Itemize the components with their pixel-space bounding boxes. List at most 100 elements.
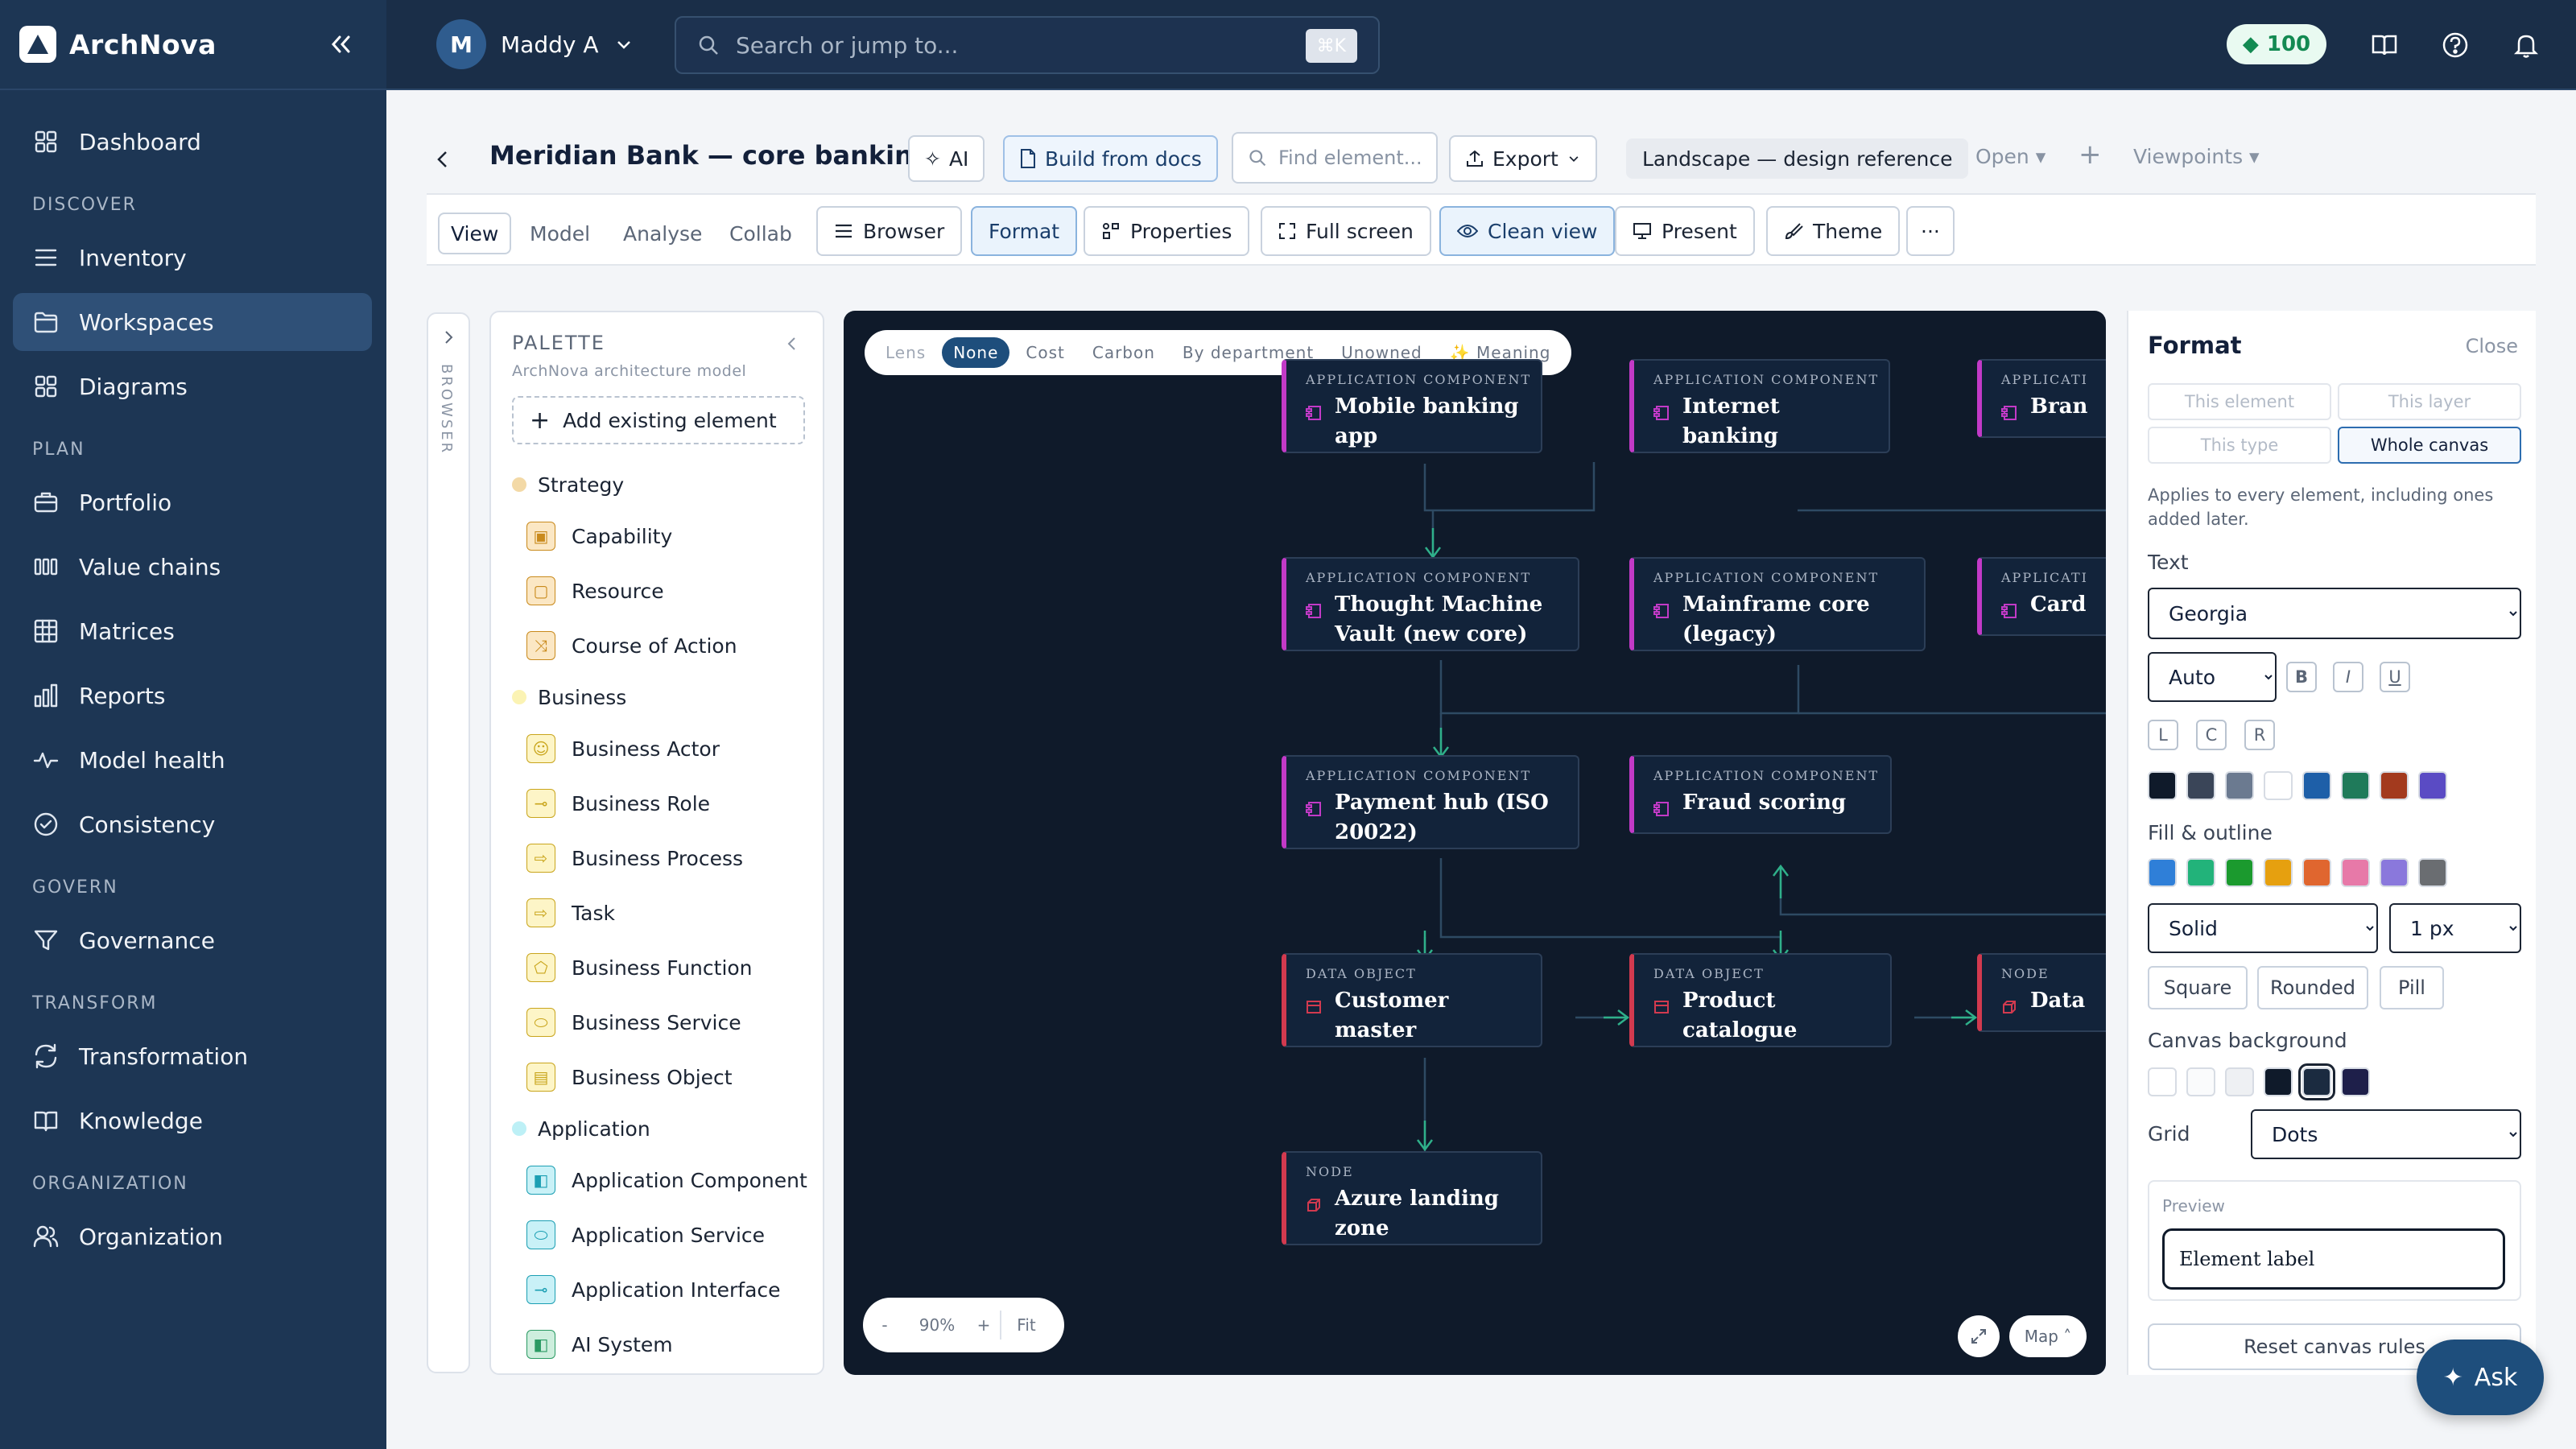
shape-pill-button[interactable]: Pill (2380, 966, 2444, 1009)
diagram-node[interactable]: DATA OBJECT Product catalogue (1629, 953, 1892, 1047)
build-from-docs-button[interactable]: Build from docs (1003, 135, 1218, 182)
lens-option[interactable]: Cost (1014, 337, 1075, 368)
palette-group[interactable]: Strategy (512, 460, 810, 509)
align-center-button[interactable]: C (2196, 720, 2227, 750)
color-swatch[interactable] (2302, 858, 2331, 887)
tab-collab[interactable]: Collab (729, 213, 792, 254)
browser-button[interactable]: Browser (816, 206, 963, 256)
sidebar-item-transformation[interactable]: Transformation (13, 1027, 372, 1085)
scope-this-element[interactable]: This element (2148, 383, 2331, 420)
fit-button[interactable]: Fit (1001, 1298, 1051, 1352)
add-icon[interactable]: + (2079, 138, 2102, 171)
zoom-in-button[interactable]: + (968, 1298, 1000, 1352)
sidebar-item-matrices[interactable]: Matrices (13, 602, 372, 660)
viewpoints-menu[interactable]: Viewpoints ▾ (2133, 145, 2260, 168)
palette-item[interactable]: ☺ Business Actor (512, 721, 810, 776)
properties-button[interactable]: Properties (1084, 206, 1250, 256)
color-swatch[interactable] (2225, 858, 2254, 887)
diagram-node[interactable]: NODE Data (1977, 953, 2106, 1032)
more-button[interactable]: ··· (1906, 206, 1955, 256)
lens-option[interactable]: None (942, 337, 1010, 368)
palette-item[interactable]: ▢ Resource (512, 564, 810, 618)
color-swatch[interactable] (2341, 858, 2370, 887)
diagram-canvas[interactable]: Lens None Cost Carbon By department Unowned ✨ … (844, 311, 2106, 1375)
sidebar-item-diagrams[interactable]: Diagrams (13, 357, 372, 415)
diagram-node[interactable]: APPLICATI Card (1977, 557, 2106, 636)
full-screen-button[interactable]: Full screen (1261, 206, 1431, 256)
line-width-select[interactable]: 1 px (2389, 903, 2521, 953)
palette-item[interactable]: ▣ Capability (512, 509, 810, 564)
find-element-input[interactable] (1278, 147, 1423, 169)
diagram-node[interactable]: APPLICATION COMPONENT Payment hub (ISO 2… (1282, 755, 1579, 849)
palette-item[interactable]: ⇨ Task (512, 886, 810, 940)
color-swatch[interactable] (2264, 1067, 2293, 1096)
color-swatch[interactable] (2148, 858, 2177, 887)
minimap-toggle[interactable]: Map ˄ (2009, 1315, 2087, 1357)
diagram-node[interactable]: APPLICATION COMPONENT Fraud scoring (1629, 755, 1892, 834)
back-icon[interactable] (427, 143, 459, 175)
color-swatch[interactable] (2225, 771, 2254, 800)
diagram-node[interactable]: APPLICATION COMPONENT Internet banking (1629, 359, 1890, 453)
viewpoint-chip[interactable]: Landscape — design reference (1626, 138, 1969, 179)
sidebar-item-dashboard[interactable]: Dashboard (13, 113, 372, 171)
sidebar-item-governance[interactable]: Governance (13, 911, 372, 969)
color-swatch[interactable] (2380, 858, 2409, 887)
underline-button[interactable]: U (2380, 662, 2410, 692)
color-swatch[interactable] (2186, 771, 2215, 800)
sidebar-item-inventory[interactable]: Inventory (13, 229, 372, 287)
color-swatch[interactable] (2148, 771, 2177, 800)
color-swatch[interactable] (2418, 771, 2447, 800)
bell-icon[interactable] (2508, 27, 2544, 63)
font-size-select[interactable]: Auto (2148, 652, 2277, 702)
scope-this-layer[interactable]: This layer (2338, 383, 2521, 420)
diagram-node[interactable]: DATA OBJECT Customer master (1282, 953, 1542, 1047)
palette-item[interactable]: ◧ AI System (512, 1317, 810, 1372)
ai-button[interactable]: ✧ AI (908, 135, 985, 182)
italic-button[interactable]: I (2333, 662, 2363, 692)
scope-whole-canvas[interactable]: Whole canvas (2338, 427, 2521, 464)
diagram-node[interactable]: APPLICATION COMPONENT Mobile banking app (1282, 359, 1542, 453)
sidebar-item-knowledge[interactable]: Knowledge (13, 1092, 372, 1150)
open-menu[interactable]: Open ▾ (1975, 145, 2046, 168)
sidebar-item-organization[interactable]: Organization (13, 1208, 372, 1265)
zoom-out-button[interactable]: - (863, 1298, 906, 1352)
palette-item[interactable]: ▤ Business Object (512, 1050, 810, 1104)
line-style-select[interactable]: Solid (2148, 903, 2378, 953)
color-swatch[interactable] (2380, 771, 2409, 800)
scope-this-type[interactable]: This type (2148, 427, 2331, 464)
close-format-button[interactable]: Close (2466, 335, 2518, 357)
palette-item[interactable]: ⬠ Business Function (512, 940, 810, 995)
ask-assistant-button[interactable]: ✦ Ask (2417, 1340, 2544, 1415)
color-swatch[interactable] (2302, 771, 2331, 800)
bold-button[interactable]: B (2286, 662, 2317, 692)
color-swatch[interactable] (2341, 1067, 2370, 1096)
tab-model[interactable]: Model (530, 213, 590, 254)
diagram-node[interactable]: NODE Azure landing zone (1282, 1151, 1542, 1245)
lens-option[interactable]: Carbon (1081, 337, 1166, 368)
color-swatch[interactable] (2186, 858, 2215, 887)
color-swatch[interactable] (2418, 858, 2447, 887)
color-swatch[interactable] (2341, 771, 2370, 800)
font-select[interactable]: Georgia (2148, 588, 2521, 639)
tab-view[interactable]: View (438, 213, 512, 254)
color-swatch[interactable] (2186, 1067, 2215, 1096)
book-icon[interactable] (2367, 27, 2402, 63)
theme-button[interactable]: Theme (1766, 206, 1901, 256)
search-input[interactable] (736, 31, 1283, 59)
sidebar-item-model-health[interactable]: Model health (13, 731, 372, 789)
collapse-palette-icon[interactable] (784, 333, 800, 357)
palette-item[interactable]: ⇨ Business Process (512, 831, 810, 886)
tab-analyse[interactable]: Analyse (623, 213, 702, 254)
credits-badge[interactable]: ◆ 100 (2227, 24, 2326, 64)
shape-square-button[interactable]: Square (2148, 966, 2248, 1009)
palette-item[interactable]: ⊸ Business Role (512, 776, 810, 831)
browser-rail[interactable]: BROWSER (427, 312, 470, 1373)
clean-view-button[interactable]: Clean view (1439, 206, 1616, 256)
format-button[interactable]: Format (971, 206, 1078, 256)
diagram-node[interactable]: APPLICATION COMPONENT Mainframe core (le… (1629, 557, 1926, 651)
help-icon[interactable] (2438, 27, 2473, 63)
palette-group[interactable]: Application (512, 1104, 810, 1153)
add-existing-element-button[interactable]: + Add existing element (512, 396, 805, 444)
find-element[interactable] (1232, 132, 1438, 184)
color-swatch[interactable] (2264, 771, 2293, 800)
